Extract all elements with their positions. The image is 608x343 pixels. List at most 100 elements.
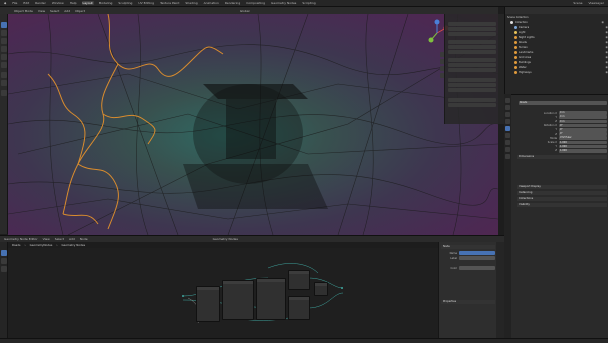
mode-dropdown[interactable]: Object Mode [14,9,33,13]
outliner-item[interactable]: Grid Area ◉ [514,55,608,59]
sidebar-field[interactable] [448,88,496,92]
transform-tool-icon[interactable] [1,62,7,68]
tab-workspace-texture[interactable]: Texture Paint [159,1,180,5]
object-tab-icon[interactable] [505,126,510,131]
sidebar-field[interactable] [448,50,496,54]
sidebar-field[interactable] [448,32,496,36]
tab-workspace-scripting[interactable]: Scripting [301,1,316,5]
tab-workspace-rendering[interactable]: Rendering [224,1,241,5]
node-group-output[interactable] [314,282,328,296]
sidebar-field[interactable] [448,68,496,72]
node-join-geometry[interactable] [288,296,310,320]
node-select-tool-icon[interactable] [1,250,7,256]
section-dimensions[interactable]: Dimensions [517,155,607,159]
editor-type-dropdown[interactable]: Geometry Node Editor [4,237,38,241]
menu-file[interactable]: File [11,1,18,5]
outliner-root[interactable]: Scene Collection [507,15,607,19]
data-tab-icon[interactable] [505,154,510,159]
sidebar-field[interactable] [448,40,496,44]
add-cube-tool-icon[interactable] [1,90,7,96]
node-socket[interactable] [182,295,184,297]
menu-help[interactable]: Help [69,1,78,5]
outliner-item[interactable]: Highways ◉ [514,70,608,74]
outliner-item[interactable]: Light ◉ [514,30,608,34]
outliner-item[interactable]: Buildings ◉ [514,60,608,64]
sidebar-field[interactable] [448,103,496,107]
node-tree-selector[interactable]: Geometry Nodes [213,237,238,241]
section-instancing[interactable]: Instancing [517,191,607,195]
view-layer-selector[interactable]: ViewLayer [588,1,605,5]
tab-workspace-layout[interactable]: Layout [81,1,94,5]
node-graph[interactable] [8,248,438,338]
section-visibility[interactable]: Visibility [517,203,607,207]
node-menu-view[interactable]: View [43,237,50,241]
scene-tab-icon[interactable] [505,119,510,124]
outliner-item[interactable]: Night Lights ◉ [514,35,608,39]
sidebar-field[interactable] [448,27,496,31]
node-name-field[interactable] [459,251,495,255]
select-tool-icon[interactable] [1,22,7,28]
section-properties[interactable]: Properties [441,300,495,304]
visibility-eye-icon[interactable]: ◉ [601,20,604,24]
node-socket[interactable] [341,287,343,289]
node-annotate-tool-icon[interactable] [1,258,7,264]
scene-selector[interactable]: Scene [572,1,583,5]
node-group-input[interactable] [196,286,220,322]
tab-workspace-compositing[interactable]: Compositing [245,1,266,5]
node-set-position[interactable] [222,280,254,320]
viewport-menu-select[interactable]: Select [50,9,59,13]
property-value-field[interactable]: 1.000 [559,149,607,153]
blender-logo-icon[interactable]: ◆ [3,1,7,5]
node-link-tool-icon[interactable] [1,266,7,272]
physics-tab-icon[interactable] [505,140,510,145]
breadcrumb-item[interactable]: GeometryNodes [30,243,53,247]
constraint-tab-icon[interactable] [505,147,510,152]
output-tab-icon[interactable] [505,112,510,117]
node-color-field[interactable] [459,266,495,270]
tab-workspace-uv[interactable]: UV Editing [137,1,155,5]
menu-edit[interactable]: Edit [22,1,30,5]
tab-workspace-modeling[interactable]: Modeling [98,1,114,5]
node-label-field[interactable] [459,256,495,260]
render-tab-icon[interactable] [505,105,510,110]
tab-workspace-animation[interactable]: Animation [203,1,220,5]
outliner-item[interactable]: Roads ◉ [514,40,608,44]
section-node[interactable]: Node [441,245,495,249]
menu-render[interactable]: Render [34,1,47,5]
node-realize-instances[interactable] [288,270,310,290]
move-tool-icon[interactable] [1,38,7,44]
orientation-dropdown[interactable]: Global [240,9,250,13]
node-instance-on-points[interactable] [256,278,286,320]
sidebar-field[interactable] [448,83,496,87]
outliner-item[interactable]: Landmarks ◉ [514,50,608,54]
tab-workspace-geonodes[interactable]: Geometry Nodes [270,1,297,5]
cursor-tool-icon[interactable] [1,30,7,36]
annotate-tool-icon[interactable] [1,72,7,78]
tool-tab-icon[interactable] [505,98,510,103]
section-collections[interactable]: Collections [517,197,607,201]
sidebar-field[interactable] [448,78,496,82]
node-menu-add[interactable]: Add [69,237,75,241]
viewport-menu-add[interactable]: Add [64,9,70,13]
sidebar-field[interactable] [448,22,496,26]
scale-tool-icon[interactable] [1,54,7,60]
outliner-item[interactable]: Water ◉ [514,65,608,69]
section-viewport-display[interactable]: Viewport Display [517,185,607,189]
measure-tool-icon[interactable] [1,80,7,86]
breadcrumb-item[interactable]: Roads [12,243,20,247]
rotate-tool-icon[interactable] [1,46,7,52]
sidebar-field[interactable] [448,58,496,62]
modifier-tab-icon[interactable] [505,133,510,138]
sidebar-field[interactable] [448,63,496,67]
node-menu-select[interactable]: Select [55,237,64,241]
node-menu-node[interactable]: Node [80,237,88,241]
node-editor-sidebar-tabs[interactable] [496,242,504,338]
tab-workspace-shading[interactable]: Shading [184,1,198,5]
tab-workspace-sculpting[interactable]: Sculpting [117,1,133,5]
outliner-item[interactable]: Terrain ◉ [514,45,608,49]
sidebar-field[interactable] [448,98,496,102]
viewport-menu-object[interactable]: Object [75,9,85,13]
3d-viewport[interactable] [8,14,498,235]
object-name-field[interactable]: Roads [519,101,607,105]
menu-window[interactable]: Window [51,1,65,5]
